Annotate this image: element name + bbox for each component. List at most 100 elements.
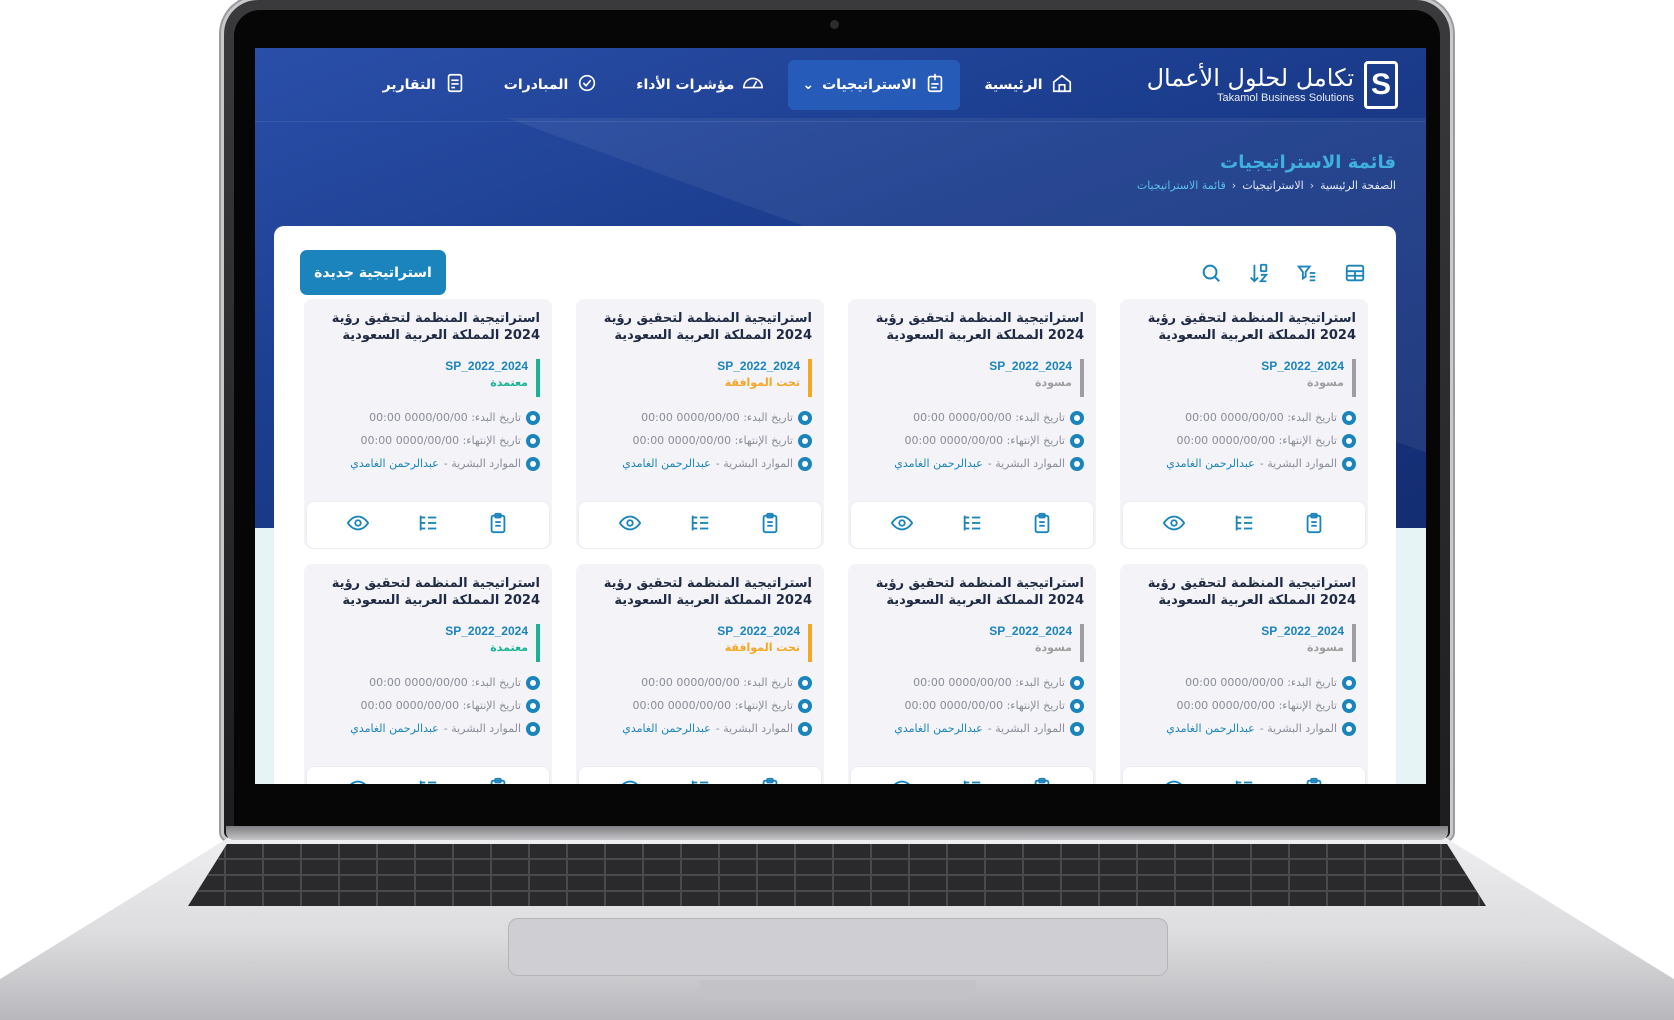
clipboard-icon[interactable] (487, 512, 509, 538)
eye-icon[interactable] (891, 777, 913, 784)
card-actions (306, 766, 550, 784)
card-meta: تاريخ البدء: 0000/00/00 00:00 تاريخ الإنت… (316, 675, 540, 736)
clock-icon (526, 410, 540, 425)
eye-icon[interactable] (347, 777, 369, 784)
brand[interactable]: S تكامل لحلول الأعمال Takamol Business S… (1146, 60, 1398, 109)
filter-icon[interactable] (1296, 262, 1318, 284)
tree-list-icon[interactable] (417, 512, 439, 538)
tree-list-icon[interactable] (1233, 512, 1255, 538)
end-date: تاريخ الإنتهاء: 0000/00/00 00:00 (1176, 434, 1337, 448)
start-date: تاريخ البدء: 0000/00/00 00:00 (1185, 676, 1337, 690)
nav-item-2[interactable]: مؤشرات الأداء (622, 60, 778, 110)
nav-label: المبادرات (503, 76, 569, 93)
card-actions (850, 766, 1094, 784)
clipboard-icon[interactable] (1303, 512, 1325, 538)
strategy-code: SP_2022_2024 (989, 623, 1072, 638)
view-toolbar (1200, 262, 1366, 284)
status-indicator: SP_2022_2024 تحت الموافقة (588, 623, 812, 662)
strategy-card[interactable]: استراتيجية المنظمة لتحقيق رؤية 2024 المم… (1120, 299, 1368, 549)
tree-list-icon[interactable] (417, 777, 439, 784)
tree-list-icon[interactable] (689, 512, 711, 538)
department: الموارد البشرية - (1259, 457, 1337, 471)
breadcrumb-strategies[interactable]: الاستراتيجيات (1242, 179, 1304, 192)
owner-name[interactable]: عبدالرحمن الغامدي (1166, 457, 1255, 470)
breadcrumb-home[interactable]: الصفحة الرئيسية (1320, 179, 1396, 192)
card-meta: تاريخ البدء: 0000/00/00 00:00 تاريخ الإنت… (1132, 410, 1356, 471)
nav-item-0[interactable]: الرئيسية (970, 60, 1086, 110)
chevron-left-icon: ‹ (1231, 179, 1237, 192)
search-icon[interactable] (1200, 262, 1222, 284)
strategy-code: SP_2022_2024 (717, 358, 800, 373)
eye-icon[interactable] (890, 512, 914, 538)
eye-icon[interactable] (1162, 512, 1186, 538)
clipboard-icon[interactable] (487, 777, 509, 784)
brand-name-ar: تكامل لحلول الأعمال (1146, 64, 1354, 93)
nav-item-3[interactable]: المبادرات (490, 60, 613, 110)
card-title: استراتيجية المنظمة لتحقيق رؤية 2024 المم… (331, 576, 540, 608)
department: الموارد البشرية - (715, 457, 793, 471)
table-view-icon[interactable] (1344, 262, 1366, 284)
owner-name[interactable]: عبدالرحمن الغامدي (1166, 722, 1255, 735)
card-title: استراتيجية المنظمة لتحقيق رؤية 2024 المم… (603, 311, 812, 343)
lid-notch (700, 980, 976, 1000)
department: الموارد البشرية - (715, 722, 793, 736)
eye-icon[interactable] (1163, 777, 1185, 784)
clipboard-icon[interactable] (1031, 512, 1053, 538)
eye-icon[interactable] (618, 512, 642, 538)
card-meta: تاريخ البدء: 0000/00/00 00:00 تاريخ الإنت… (588, 410, 812, 471)
status-badge: مسودة (1034, 375, 1072, 389)
sort-icon[interactable] (1248, 262, 1270, 284)
card-meta: تاريخ البدء: 0000/00/00 00:00 تاريخ الإنت… (860, 410, 1084, 471)
user-icon (798, 721, 812, 736)
status-indicator: SP_2022_2024 معتمدة (316, 358, 540, 397)
brand-logo-icon: S (1364, 60, 1398, 109)
start-date: تاريخ البدء: 0000/00/00 00:00 (1185, 411, 1337, 425)
strategy-card[interactable]: استراتيجية المنظمة لتحقيق رؤية 2024 المم… (576, 564, 824, 784)
clock-icon (526, 675, 540, 690)
tree-list-icon[interactable] (1233, 777, 1255, 784)
tree-list-icon[interactable] (689, 777, 711, 784)
strategy-code: SP_2022_2024 (1261, 358, 1344, 373)
clipboard-icon[interactable] (1303, 777, 1325, 784)
card-title: استراتيجية المنظمة لتحقيق رؤية 2024 المم… (1147, 576, 1356, 608)
breadcrumb: الصفحة الرئيسية ‹ الاستراتيجيات ‹ قائمة … (1137, 179, 1396, 192)
new-strategy-button[interactable]: استراتيجية جديدة (300, 250, 446, 295)
strategy-card[interactable]: استراتيجية المنظمة لتحقيق رؤية 2024 المم… (1120, 564, 1368, 784)
end-date: تاريخ الإنتهاء: 0000/00/00 00:00 (904, 699, 1065, 713)
nav-item-1[interactable]: الاستراتيجيات ⌄ (788, 59, 961, 110)
owner-name[interactable]: عبدالرحمن الغامدي (894, 722, 983, 735)
department: الموارد البشرية - (443, 722, 521, 736)
strategy-card[interactable]: استراتيجية المنظمة لتحقيق رؤية 2024 المم… (304, 299, 552, 549)
strategy-card[interactable]: استراتيجية المنظمة لتحقيق رؤية 2024 المم… (848, 299, 1096, 549)
strategy-card[interactable]: استراتيجية المنظمة لتحقيق رؤية 2024 المم… (848, 564, 1096, 784)
clock-end-icon (1070, 433, 1084, 448)
clock-end-icon (1070, 698, 1084, 713)
owner-name[interactable]: عبدالرحمن الغامدي (622, 722, 711, 735)
nav-label: الرئيسية (984, 76, 1043, 93)
owner-name[interactable]: عبدالرحمن الغامدي (350, 457, 439, 470)
card-title: استراتيجية المنظمة لتحقيق رؤية 2024 المم… (1147, 311, 1356, 343)
user-icon (526, 721, 540, 736)
clipboard-icon[interactable] (759, 777, 781, 784)
card-actions (1122, 766, 1366, 784)
clipboard-icon[interactable] (759, 512, 781, 538)
strategy-card[interactable]: استراتيجية المنظمة لتحقيق رؤية 2024 المم… (576, 299, 824, 549)
owner-name[interactable]: عبدالرحمن الغامدي (350, 722, 439, 735)
clipboard-icon[interactable] (1031, 777, 1053, 784)
status-badge: مسودة (1306, 640, 1344, 654)
tree-list-icon[interactable] (961, 512, 983, 538)
owner-name[interactable]: عبدالرحمن الغامدي (622, 457, 711, 470)
eye-icon[interactable] (346, 512, 370, 538)
clock-end-icon (798, 698, 812, 713)
main-menu: الرئيسية الاستراتيجيات ⌄ مؤشرات الأداء المبا… (291, 59, 1087, 110)
tree-list-icon[interactable] (961, 777, 983, 784)
card-title: استراتيجية المنظمة لتحقيق رؤية 2024 المم… (875, 576, 1084, 608)
nav-item-4[interactable]: التقارير (369, 60, 480, 110)
start-date: تاريخ البدء: 0000/00/00 00:00 (913, 676, 1065, 690)
strategy-card[interactable]: استراتيجية المنظمة لتحقيق رؤية 2024 المم… (304, 564, 552, 784)
owner-name[interactable]: عبدالرحمن الغامدي (894, 457, 983, 470)
strategy-code: SP_2022_2024 (445, 623, 528, 638)
user-icon (1342, 456, 1356, 471)
eye-icon[interactable] (619, 777, 641, 784)
nav-label: مؤشرات الأداء (636, 76, 735, 93)
